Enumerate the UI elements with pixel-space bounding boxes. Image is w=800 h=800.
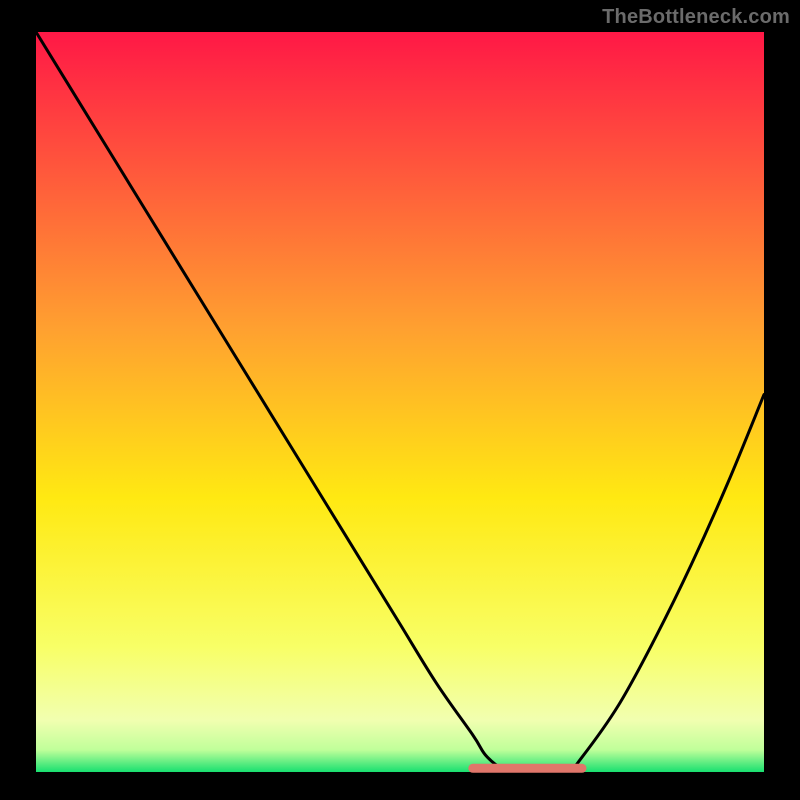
chart-frame xyxy=(0,0,800,800)
bottleneck-curve-chart xyxy=(0,0,800,800)
chart-gradient-background xyxy=(36,32,764,772)
watermark-text: TheBottleneck.com xyxy=(602,6,790,29)
